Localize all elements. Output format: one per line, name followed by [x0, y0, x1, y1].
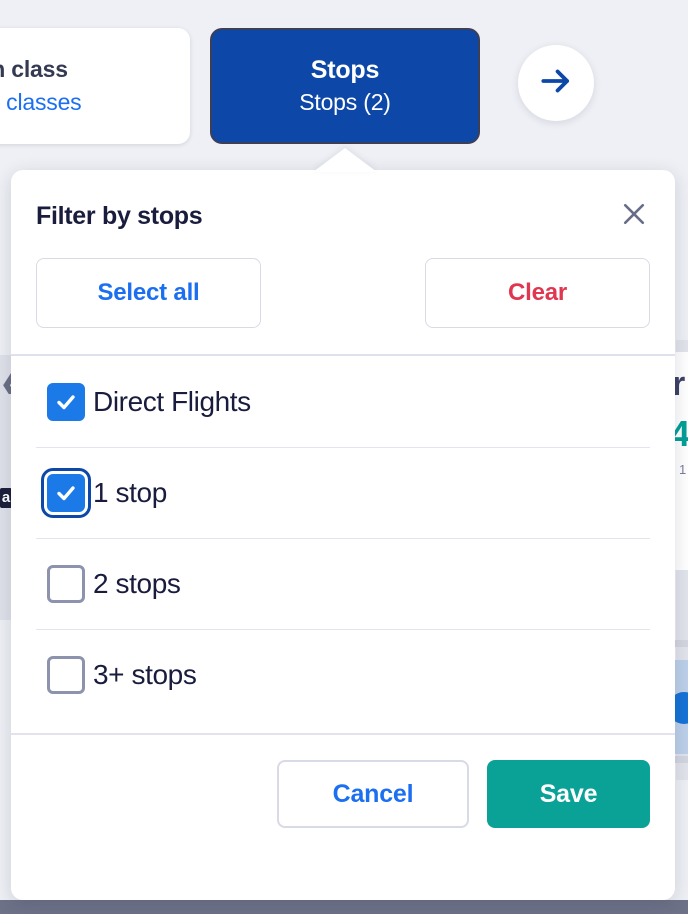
option-label: Direct Flights [93, 385, 251, 417]
popover-caret [313, 148, 377, 172]
clear-button[interactable]: Clear [425, 258, 650, 328]
select-all-button[interactable]: Select all [36, 258, 261, 328]
stops-filter-popover: Filter by stops Select all Clear Direct … [11, 170, 675, 900]
cancel-button[interactable]: Cancel [277, 760, 469, 828]
arrow-right-icon [537, 62, 575, 105]
background-bottom-bar [0, 900, 688, 914]
popover-footer: Cancel Save [11, 735, 675, 828]
option-label: 3+ stops [93, 658, 197, 690]
close-button[interactable] [614, 196, 654, 236]
checkbox-direct-flights[interactable] [47, 382, 85, 421]
cabin-class-title: cabin class [0, 56, 68, 82]
popover-header: Filter by stops [11, 170, 675, 236]
stops-filter-button[interactable]: Stops Stops (2) [210, 28, 480, 144]
next-button[interactable] [518, 45, 594, 121]
checkbox-2-stops[interactable] [47, 564, 85, 603]
option-label: 2 stops [93, 567, 181, 599]
checkbox-3-plus-stops[interactable] [47, 655, 85, 694]
bulk-action-row: Select all Clear [11, 236, 675, 328]
page-title: Filter by stops [36, 201, 203, 230]
option-label: 1 stop [93, 476, 167, 508]
option-row-3-plus-stops[interactable]: 3+ stops [36, 629, 650, 720]
checkbox-1-stop[interactable] [41, 467, 91, 518]
option-row-1-stop[interactable]: 1 stop [36, 447, 650, 538]
stops-filter-title: Stops [310, 56, 380, 84]
option-row-direct-flights[interactable]: Direct Flights [36, 356, 650, 447]
stops-options-list: Direct Flights 1 stop 2 stops 3+ stops [11, 356, 675, 720]
stops-filter-subtitle: Stops (2) [299, 89, 391, 115]
option-row-2-stops[interactable]: 2 stops [36, 538, 650, 629]
close-icon [619, 199, 649, 234]
save-button[interactable]: Save [487, 760, 650, 828]
cabin-class-card[interactable]: cabin class cabin classes [0, 28, 190, 144]
cabin-class-subtitle: cabin classes [0, 89, 82, 115]
